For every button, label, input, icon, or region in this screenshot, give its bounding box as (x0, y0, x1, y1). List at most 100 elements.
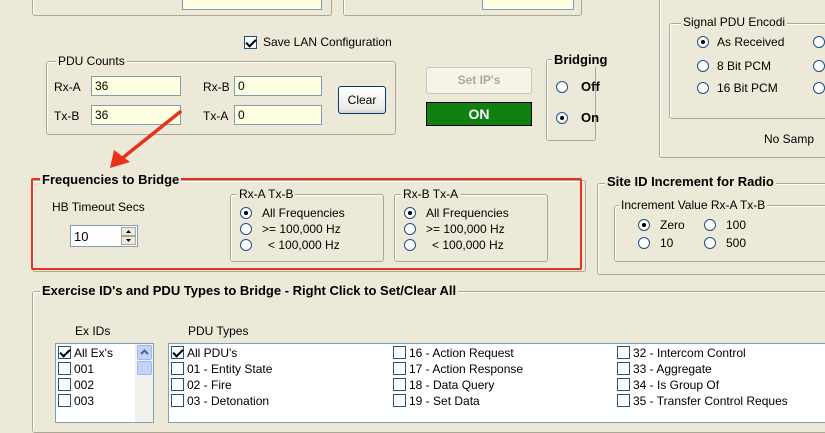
top-middle-field[interactable] (482, 0, 574, 10)
signal-16bit-radio-2[interactable] (813, 82, 825, 94)
pdu-checkbox[interactable] (171, 346, 184, 359)
ex-id-checkbox[interactable] (58, 362, 71, 375)
pdu-label: 32 - Intercom Control (633, 346, 746, 360)
list-item[interactable]: 003 (58, 394, 94, 408)
pdu-label: 33 - Aggregate (633, 362, 712, 376)
txa-label: Tx-A (203, 109, 229, 123)
ex-id-checkbox[interactable] (58, 394, 71, 407)
pdu-types-list[interactable]: All PDU's 01 - Entity State 02 - Fire 03… (168, 343, 825, 423)
signal-as-received-radio-2[interactable] (813, 36, 825, 48)
pdu-checkbox[interactable] (171, 394, 184, 407)
list-item[interactable]: 19 - Set Data (393, 394, 480, 408)
increment-500-radio[interactable] (704, 237, 716, 249)
list-item[interactable]: 32 - Intercom Control (617, 346, 746, 360)
bridging-group (546, 59, 596, 141)
rxb-label: Rx-B (203, 80, 230, 94)
scroll-thumb[interactable] (137, 361, 152, 375)
signal-8bit-label: 8 Bit PCM (717, 59, 772, 73)
pdu-checkbox[interactable] (617, 346, 630, 359)
txa-count-field[interactable]: 0 (234, 105, 322, 125)
pdu-checkbox[interactable] (393, 394, 406, 407)
no-samples-text: No Samp (764, 132, 815, 146)
increment-zero-radio[interactable] (638, 219, 650, 231)
hb-timeout-spinner[interactable]: 10 (70, 225, 138, 247)
rxa-txb-lt-label: < 100,000 Hz (268, 238, 340, 252)
rxb-txa-lt-radio[interactable] (404, 239, 416, 251)
pdu-label: 19 - Set Data (409, 394, 480, 408)
ex-ids-header: Ex IDs (75, 324, 111, 338)
signal-16bit-label: 16 Bit PCM (717, 81, 778, 95)
bridging-on-radio[interactable] (556, 112, 568, 124)
pdu-checkbox[interactable] (617, 394, 630, 407)
rxb-txa-ge-radio[interactable] (404, 223, 416, 235)
signal-16bit-radio[interactable] (697, 82, 709, 94)
list-item[interactable]: 35 - Transfer Control Reques (617, 394, 788, 408)
list-item[interactable]: 03 - Detonation (171, 394, 269, 408)
hb-timeout-value: 10 (74, 229, 89, 244)
rxa-txb-ge-label: >= 100,000 Hz (262, 222, 341, 236)
bridging-off-radio[interactable] (556, 81, 568, 93)
ex-id-label: All Ex's (74, 346, 113, 360)
list-item[interactable]: 002 (58, 378, 94, 392)
signal-8bit-radio-2[interactable] (813, 60, 825, 72)
site-id-legend: Site ID Increment for Radio (605, 174, 776, 189)
scroll-up-button[interactable] (137, 345, 152, 360)
ex-id-checkbox[interactable] (58, 346, 71, 359)
rxa-txb-ge-radio[interactable] (240, 223, 252, 235)
list-item[interactable]: All PDU's (171, 346, 237, 360)
rxb-count-field[interactable]: 0 (234, 76, 322, 96)
pdu-label: All PDU's (187, 346, 238, 360)
ex-ids-list[interactable]: All Ex's 001 002 003 (55, 343, 154, 423)
bridging-on-label: On (581, 110, 600, 125)
signal-as-received-radio[interactable] (697, 36, 709, 48)
top-left-field[interactable] (182, 0, 322, 10)
increment-legend: Increment Value Rx-A Tx-B (619, 198, 768, 212)
pdu-checkbox[interactable] (617, 362, 630, 375)
increment-zero-label: Zero (660, 218, 685, 232)
pdu-label: 16 - Action Request (409, 346, 514, 360)
set-ips-button[interactable]: Set IP's (426, 67, 532, 94)
signal-as-received-label: As Received (717, 35, 785, 49)
spin-up-button[interactable] (121, 227, 136, 236)
ex-ids-scrollbar[interactable] (135, 344, 153, 422)
pdu-checkbox[interactable] (171, 378, 184, 391)
pdu-types-header: PDU Types (188, 324, 249, 338)
signal-pdu-legend: Signal PDU Encodi (681, 15, 788, 29)
list-item[interactable]: 01 - Entity State (171, 362, 272, 376)
txb-label: Tx-B (54, 109, 80, 123)
list-item[interactable]: 34 - Is Group Of (617, 378, 719, 392)
spin-down-button[interactable] (121, 236, 136, 245)
rxa-count-field[interactable]: 36 (91, 76, 181, 96)
list-item[interactable]: 02 - Fire (171, 378, 232, 392)
list-item[interactable]: 18 - Data Query (393, 378, 494, 392)
annotation-arrow-icon (110, 110, 182, 168)
pdu-checkbox[interactable] (617, 378, 630, 391)
ex-id-label: 003 (74, 394, 95, 408)
pdu-checkbox[interactable] (171, 362, 184, 375)
increment-100-radio[interactable] (704, 219, 716, 231)
increment-10-radio[interactable] (638, 237, 650, 249)
signal-8bit-radio[interactable] (697, 60, 709, 72)
list-item[interactable]: 001 (58, 362, 94, 376)
rxa-txb-all-label: All Frequencies (262, 206, 345, 220)
rxb-txa-all-label: All Frequencies (426, 206, 509, 220)
clear-button[interactable]: Clear (338, 86, 386, 114)
list-item[interactable]: 17 - Action Response (393, 362, 523, 376)
rxa-txb-all-radio[interactable] (240, 207, 252, 219)
pdu-checkbox[interactable] (393, 362, 406, 375)
ex-id-label: 002 (74, 378, 95, 392)
save-lan-config-checkbox[interactable] (244, 36, 257, 49)
pdu-label: 17 - Action Response (409, 362, 524, 376)
ex-id-checkbox[interactable] (58, 378, 71, 391)
increment-100-label: 100 (726, 218, 747, 232)
pdu-checkbox[interactable] (393, 378, 406, 391)
list-item[interactable]: 16 - Action Request (393, 346, 514, 360)
on-button[interactable]: ON (426, 102, 532, 126)
increment-group (614, 205, 825, 262)
rxb-txa-all-radio[interactable] (404, 207, 416, 219)
pdu-checkbox[interactable] (393, 346, 406, 359)
rxa-txb-lt-radio[interactable] (240, 239, 252, 251)
save-lan-config-label: Save LAN Configuration (263, 35, 392, 49)
list-item[interactable]: All Ex's (58, 346, 113, 360)
list-item[interactable]: 33 - Aggregate (617, 362, 712, 376)
